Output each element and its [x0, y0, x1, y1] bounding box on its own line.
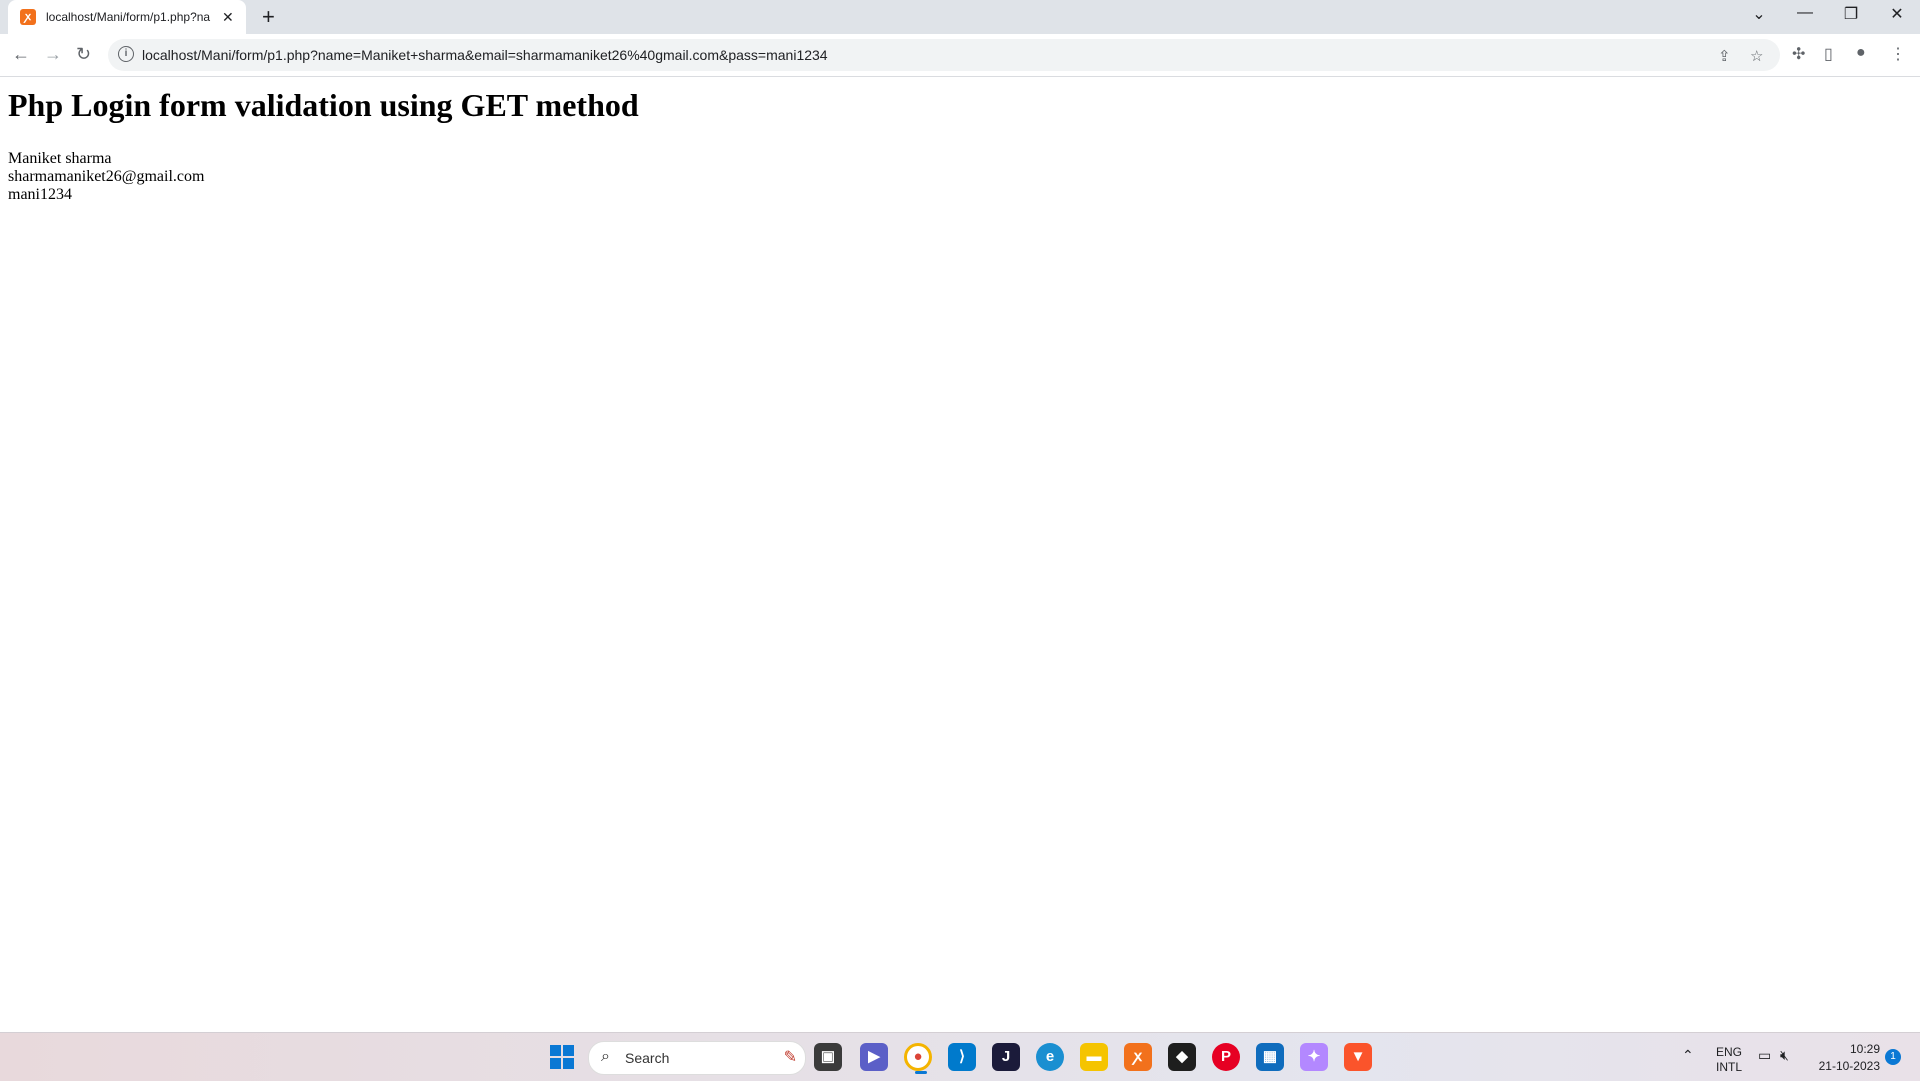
- brave-icon[interactable]: ▼: [1344, 1043, 1372, 1071]
- profile-avatar-icon[interactable]: ●: [1856, 44, 1866, 62]
- output-pass: mani1234: [8, 186, 72, 203]
- output-email: sharmamaniket26@gmail.com: [8, 168, 205, 185]
- clock-time[interactable]: 10:29: [1844, 1042, 1880, 1056]
- teams-chat-icon[interactable]: ▶: [860, 1043, 888, 1071]
- taskbar-search[interactable]: ⌕ Search ✎: [588, 1041, 806, 1075]
- page-content: Php Login form validation using GET meth…: [8, 77, 1912, 204]
- output-name: Maniket sharma: [8, 150, 112, 167]
- task-view-icon[interactable]: ▣: [814, 1043, 842, 1071]
- side-panel-icon[interactable]: ▯: [1824, 44, 1833, 64]
- restore-button[interactable]: ❐: [1828, 4, 1874, 24]
- page-heading: Php Login form validation using GET meth…: [8, 87, 639, 123]
- lang-top[interactable]: ENG: [1716, 1045, 1742, 1059]
- share-icon[interactable]: ⇪: [1718, 47, 1731, 65]
- browser-toolbar: ← → ↻ i localhost/Mani/form/p1.php?name=…: [0, 34, 1920, 77]
- file-explorer-icon[interactable]: ▬: [1080, 1043, 1108, 1071]
- tab-strip: ꭗ localhost/Mani/form/p1.php?na ✕ + ⌄ — …: [0, 0, 1920, 34]
- forward-arrow-icon[interactable]: →: [44, 44, 62, 65]
- menu-kebab-icon[interactable]: ⋮: [1890, 44, 1906, 64]
- windows-taskbar: ⌕ Search ✎ ▣ ▶ ● ⟩ J e ▬ ꭗ ◆ P ▦ ✦ ▼ ⌃ E…: [0, 1032, 1920, 1081]
- gemini-app-icon[interactable]: ✦: [1300, 1043, 1328, 1071]
- xampp-icon[interactable]: ꭗ: [1124, 1043, 1152, 1071]
- notification-badge[interactable]: 1: [1885, 1049, 1901, 1065]
- search-icon: ⌕: [601, 1048, 610, 1065]
- pinterest-icon[interactable]: P: [1212, 1043, 1240, 1071]
- tray-chevron-up-icon[interactable]: ⌃: [1682, 1047, 1694, 1064]
- tab-active[interactable]: ꭗ localhost/Mani/form/p1.php?na ✕: [8, 0, 246, 34]
- minimize-button[interactable]: —: [1782, 4, 1828, 22]
- site-info-icon[interactable]: i: [118, 46, 134, 62]
- network-icon[interactable]: ▭: [1758, 1047, 1771, 1064]
- windows-start-icon[interactable]: [550, 1045, 574, 1069]
- address-url[interactable]: localhost/Mani/form/p1.php?name=Maniket+…: [142, 47, 828, 63]
- new-tab-button[interactable]: +: [262, 4, 275, 30]
- back-arrow-icon[interactable]: ←: [12, 44, 30, 65]
- reload-icon[interactable]: ↻: [76, 44, 91, 65]
- vscode-icon[interactable]: ⟩: [948, 1043, 976, 1071]
- chrome-icon[interactable]: ●: [904, 1043, 932, 1074]
- intellij-icon[interactable]: J: [992, 1043, 1020, 1071]
- tab-search-chevron-icon[interactable]: ⌄: [1736, 4, 1782, 24]
- xampp-favicon-icon: ꭗ: [20, 9, 36, 25]
- figma-icon[interactable]: ◆: [1168, 1043, 1196, 1071]
- taskbar-search-label: Search: [625, 1050, 670, 1066]
- search-highlight-icon: ✎: [783, 1049, 797, 1066]
- tab-close-icon[interactable]: ✕: [222, 9, 234, 26]
- microsoft-store-icon[interactable]: ▦: [1256, 1043, 1284, 1071]
- edge-icon[interactable]: e: [1036, 1043, 1064, 1071]
- clock-date[interactable]: 21-10-2023: [1812, 1059, 1880, 1073]
- close-window-button[interactable]: ✕: [1874, 4, 1920, 24]
- tab-title: localhost/Mani/form/p1.php?na: [46, 10, 211, 24]
- bookmark-star-icon[interactable]: ☆: [1750, 47, 1763, 65]
- extensions-puzzle-icon[interactable]: ✣: [1792, 44, 1805, 64]
- volume-muted-icon[interactable]: 🔇︎: [1780, 1047, 1789, 1064]
- lang-bottom[interactable]: INTL: [1716, 1060, 1742, 1074]
- address-bar[interactable]: i localhost/Mani/form/p1.php?name=Manike…: [108, 39, 1780, 71]
